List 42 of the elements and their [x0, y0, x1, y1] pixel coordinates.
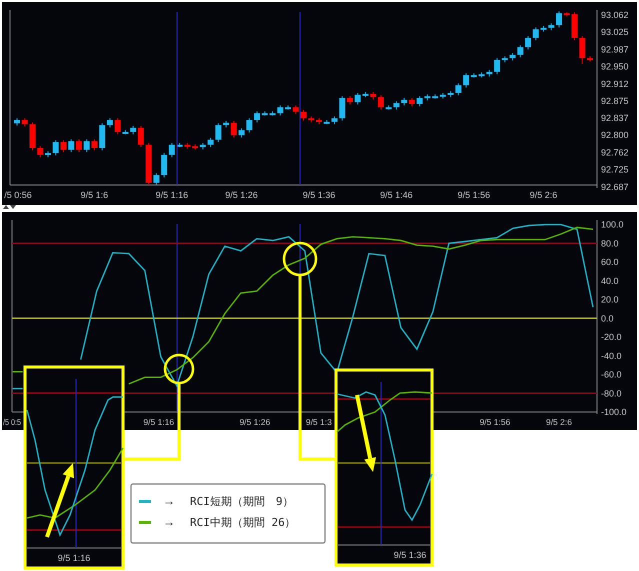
time-axis-label: 9/5 1:16	[143, 417, 174, 427]
price-axis-label: 92.912	[601, 78, 629, 89]
legend-label: RCI中期（期間 26）	[190, 516, 296, 529]
time-axis-label: 9/5 1:46	[380, 190, 413, 200]
time-axis-label: 9/5 1:6	[80, 190, 108, 200]
time-axis-label: /5 0:56	[4, 190, 32, 200]
rci-axis-label: 40.0	[601, 276, 619, 286]
legend-arrow: →	[163, 515, 175, 529]
rci-axis-label: -40.0	[601, 350, 622, 361]
rci-axis-label: -60.0	[601, 370, 622, 380]
price-axis-label: 92.837	[601, 113, 629, 124]
price-axis-label: 92.950	[601, 61, 629, 72]
time-axis-label: 9/5 1:26	[239, 417, 270, 427]
legend-label: RCI短期（期間 9）	[190, 495, 294, 508]
price-axis-label: 92.762	[601, 148, 629, 158]
time-axis-label: 9/5 1:16	[58, 553, 90, 563]
price-axis-label: 92.725	[601, 164, 629, 175]
price-axis-label: 92.687	[601, 182, 629, 192]
rci-axis-label: -100.0	[601, 407, 627, 417]
time-axis-label: 9/5 1:16	[156, 190, 188, 200]
rci-axis-label: 20.0	[601, 294, 619, 305]
rci-axis-label: 0.0	[601, 313, 614, 324]
rci-axis-label: -80.0	[601, 388, 622, 398]
price-axis-label: 92.987	[601, 44, 629, 54]
rci-axis-label: -20.0	[601, 332, 622, 342]
price-axis-label: 93.062	[601, 10, 629, 20]
time-axis-label: 9/5 1:36	[302, 190, 336, 200]
rci-axis-label: 60.0	[601, 257, 619, 268]
time-axis-label: 9/5 1:3	[306, 417, 332, 427]
time-axis-label: 9/5 2:6	[530, 190, 558, 200]
time-axis-label: 9/5 2:6	[546, 417, 572, 427]
time-axis-label: 9/5 1:56	[480, 417, 510, 427]
legend-arrow: →	[163, 494, 175, 508]
price-axis-label: 92.875	[601, 96, 629, 106]
price-axis-label: 93.025	[601, 26, 629, 37]
time-axis-label: 9/5 1:26	[225, 190, 258, 200]
time-axis-label: 9/5 1:56	[458, 190, 490, 200]
time-axis-label: /5 0:5	[3, 417, 24, 427]
price-axis-label: 92.800	[601, 130, 629, 140]
rci-axis-label: 80.0	[601, 238, 619, 248]
time-axis-label: 9/5 1:36	[394, 550, 426, 560]
rci-axis-label: 100.0	[601, 220, 624, 230]
